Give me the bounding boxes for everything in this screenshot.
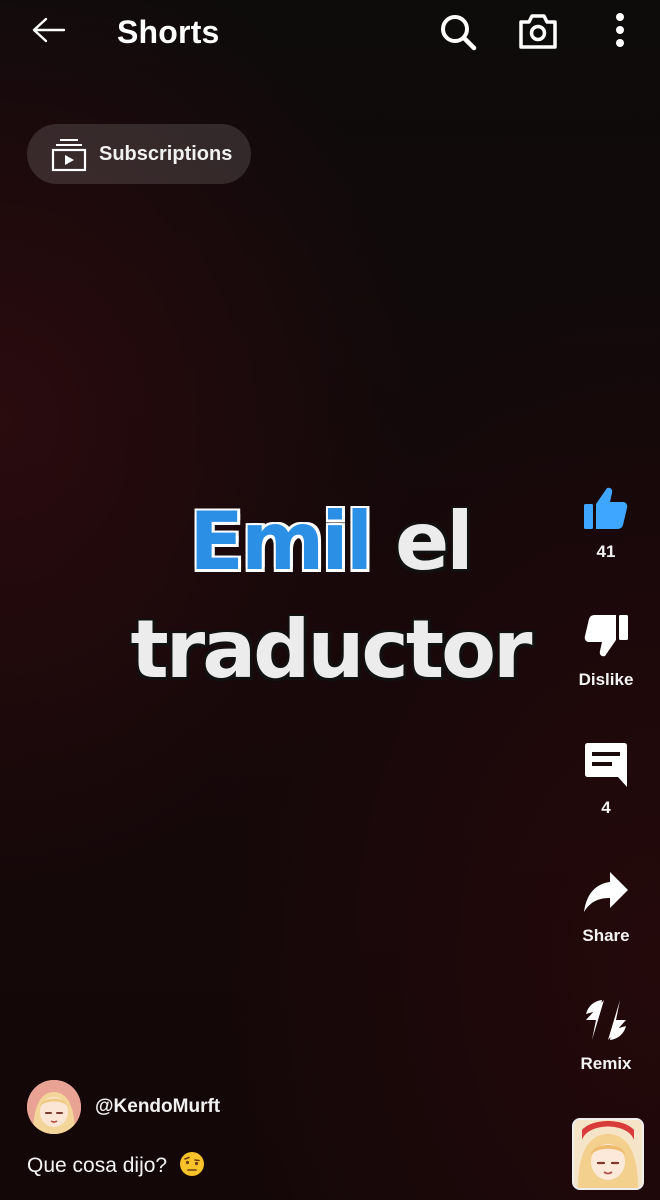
search-button[interactable] bbox=[436, 10, 480, 54]
dislike-label: Dislike bbox=[578, 670, 634, 689]
arrow-left-icon bbox=[32, 17, 66, 43]
comments-button[interactable]: 4 bbox=[566, 740, 646, 818]
like-count: 41 bbox=[596, 542, 616, 561]
more-options-button[interactable] bbox=[600, 10, 640, 54]
subscriptions-icon bbox=[51, 139, 87, 172]
description-text: Que cosa dijo? bbox=[27, 1154, 168, 1177]
caption-line-2: traductor bbox=[130, 603, 533, 696]
page-title: Shorts bbox=[117, 14, 220, 50]
caption-highlight-word: Emil bbox=[189, 495, 373, 588]
subscriptions-label: Subscriptions bbox=[99, 142, 233, 165]
like-button[interactable]: 41 bbox=[566, 484, 646, 562]
sound-thumbnail[interactable] bbox=[572, 1118, 644, 1190]
top-bar: Shorts bbox=[0, 0, 660, 70]
comment-count: 4 bbox=[601, 798, 611, 817]
share-button[interactable]: Share bbox=[566, 868, 646, 946]
channel-handle[interactable]: @KendoMurft bbox=[95, 1096, 220, 1118]
camera-icon bbox=[519, 14, 557, 49]
avatar-image bbox=[27, 1080, 81, 1134]
sound-thumbnail-image bbox=[574, 1120, 642, 1188]
remix-button[interactable]: Remix bbox=[566, 996, 646, 1074]
avatar[interactable] bbox=[27, 1080, 81, 1134]
raised-eyebrow-emoji-icon bbox=[179, 1152, 204, 1176]
share-icon bbox=[584, 872, 628, 912]
back-button[interactable] bbox=[28, 14, 68, 48]
comment-icon bbox=[585, 743, 627, 787]
thumbs-up-icon bbox=[584, 487, 628, 529]
video-description[interactable]: Que cosa dijo? bbox=[27, 1151, 205, 1178]
video-caption-overlay: Emil el traductor bbox=[120, 488, 540, 704]
dislike-button[interactable]: Dislike bbox=[566, 612, 646, 690]
camera-button[interactable] bbox=[516, 10, 560, 54]
remix-label: Remix bbox=[580, 1054, 632, 1073]
channel-info: @KendoMurft bbox=[27, 1080, 220, 1134]
more-vertical-icon bbox=[616, 13, 624, 47]
thumbs-down-icon bbox=[584, 615, 628, 657]
caption-word: el bbox=[370, 495, 474, 588]
remix-icon bbox=[586, 1000, 626, 1040]
search-icon bbox=[441, 15, 477, 51]
subscriptions-chip[interactable]: Subscriptions bbox=[27, 124, 251, 184]
caption-line-1: Emil el bbox=[120, 488, 540, 596]
share-label: Share bbox=[582, 926, 630, 945]
